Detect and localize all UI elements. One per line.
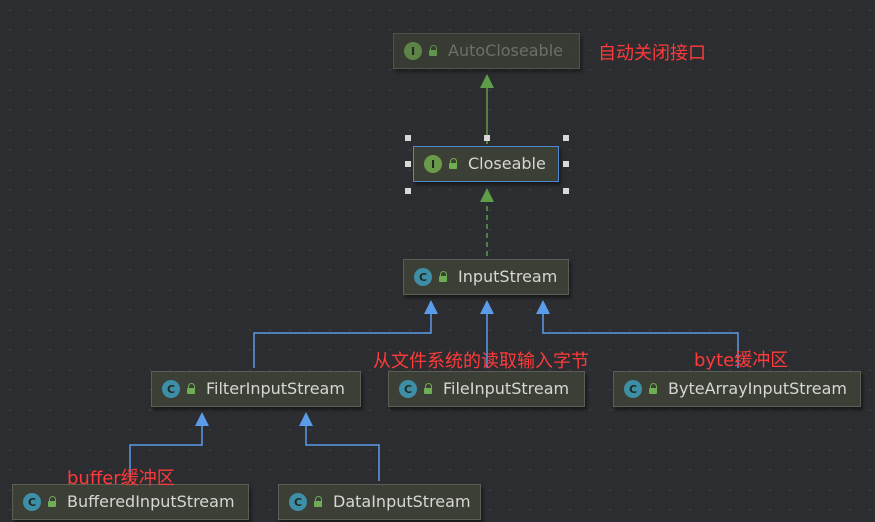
- public-visibility-icon: [428, 45, 438, 57]
- public-visibility-icon: [47, 496, 57, 508]
- selection-handle-tc[interactable]: [484, 135, 490, 141]
- selection-handle-bl[interactable]: [405, 188, 411, 194]
- selection-handle-mr[interactable]: [563, 161, 569, 167]
- arrowhead-inputstream-left: [424, 300, 438, 314]
- node-label: InputStream: [458, 267, 558, 286]
- arrowhead-filterinputstream-left: [195, 412, 209, 426]
- public-visibility-icon: [186, 383, 196, 395]
- node-label: FilterInputStream: [206, 379, 345, 398]
- class-icon: C: [399, 380, 417, 398]
- annotation-bufferedinputstream: buffer缓冲区: [67, 468, 175, 489]
- edge-datainputstream-filterinputstream: [305, 424, 380, 481]
- node-inputstream[interactable]: C InputStream: [403, 259, 569, 295]
- public-visibility-icon: [438, 271, 448, 283]
- public-visibility-icon: [648, 383, 658, 395]
- node-label: AutoCloseable: [448, 41, 563, 60]
- interface-icon: I: [404, 42, 422, 60]
- node-label: Closeable: [468, 154, 546, 173]
- node-filterinputstream[interactable]: C FilterInputStream: [151, 371, 361, 407]
- arrowhead-closeable: [480, 188, 494, 202]
- abstract-class-icon: C: [414, 268, 432, 286]
- class-icon: C: [162, 380, 180, 398]
- class-icon: C: [289, 493, 307, 511]
- selection-handle-tl[interactable]: [405, 135, 411, 141]
- arrowhead-inputstream-right: [536, 300, 550, 314]
- selection-handle-br[interactable]: [563, 188, 569, 194]
- class-icon: C: [23, 493, 41, 511]
- node-fileinputstream[interactable]: C FileInputStream: [388, 371, 585, 407]
- selection-handle-tr[interactable]: [563, 135, 569, 141]
- selection-handle-ml[interactable]: [405, 161, 411, 167]
- annotation-autocloseable: 自动关闭接口: [598, 43, 706, 64]
- node-label: ByteArrayInputStream: [668, 379, 847, 398]
- public-visibility-icon: [423, 383, 433, 395]
- public-visibility-icon: [448, 158, 458, 170]
- arrowhead-inputstream-center: [480, 300, 494, 314]
- node-autocloseable[interactable]: I AutoCloseable: [393, 33, 580, 69]
- annotation-fileinputstream: 从文件系统的读取输入字节: [373, 351, 589, 372]
- annotation-bytearrayinputstream: byte缓冲区: [694, 350, 789, 371]
- arrowhead-autocloseable: [480, 74, 494, 88]
- class-icon: C: [624, 380, 642, 398]
- public-visibility-icon: [313, 496, 323, 508]
- node-datainputstream[interactable]: C DataInputStream: [278, 484, 481, 520]
- node-label: DataInputStream: [333, 492, 471, 511]
- node-bytearrayinputstream[interactable]: C ByteArrayInputStream: [613, 371, 861, 407]
- arrowhead-filterinputstream-right: [299, 412, 313, 426]
- node-label: FileInputStream: [443, 379, 570, 398]
- interface-icon: I: [424, 155, 442, 173]
- node-closeable[interactable]: I Closeable: [413, 146, 559, 182]
